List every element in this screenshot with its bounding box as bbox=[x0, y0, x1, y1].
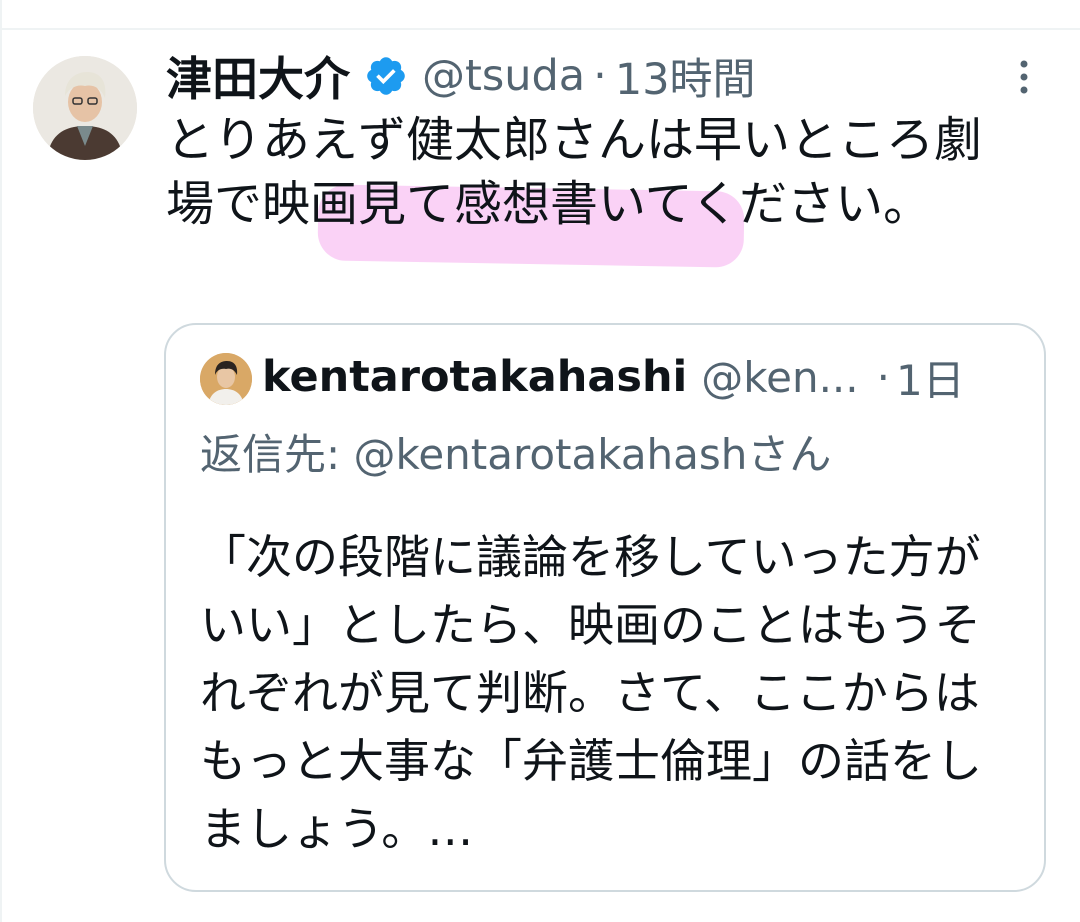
left-divider bbox=[0, 0, 2, 922]
more-vertical-icon[interactable] bbox=[1012, 56, 1036, 98]
tweet-header: 津田大介 @tsuda · 13時間 bbox=[166, 44, 756, 108]
top-divider bbox=[0, 28, 1080, 30]
quote-tweet-card[interactable]: kentarotakahashi @ken... · 1日 返信先: @kent… bbox=[164, 323, 1046, 892]
timestamp[interactable]: 13時間 bbox=[615, 45, 756, 107]
quote-timestamp[interactable]: 1日 bbox=[896, 347, 965, 408]
quote-avatar[interactable] bbox=[200, 353, 252, 405]
display-name[interactable]: 津田大介 bbox=[166, 43, 350, 109]
quote-handle[interactable]: @ken... bbox=[701, 353, 858, 402]
quote-header: kentarotakahashi @ken... · 1日 bbox=[262, 347, 965, 407]
quote-reply-to: 返信先: @kentarotakahashさん bbox=[200, 430, 832, 479]
quote-display-name[interactable]: kentarotakahashi bbox=[262, 352, 687, 402]
avatar[interactable] bbox=[33, 56, 137, 160]
handle[interactable]: @tsuda bbox=[422, 51, 585, 101]
avatar-image bbox=[33, 56, 137, 160]
quote-separator-dot: · bbox=[876, 352, 890, 402]
quote-text: 「次の段階に議論を移していった方がいい」としたら、映画のことはもうそれぞれが見て… bbox=[200, 530, 982, 856]
tweet-text: とりあえず健太郎さんは早いところ劇場で映画見て感想書いてください。 bbox=[166, 108, 1026, 236]
separator-dot: · bbox=[593, 51, 607, 101]
tweet-text-highlight: 映画見て感想書い bbox=[262, 176, 645, 232]
verified-badge-icon bbox=[364, 54, 408, 98]
quote-avatar-image bbox=[200, 353, 252, 405]
tweet-text-after: てください。 bbox=[644, 176, 932, 232]
